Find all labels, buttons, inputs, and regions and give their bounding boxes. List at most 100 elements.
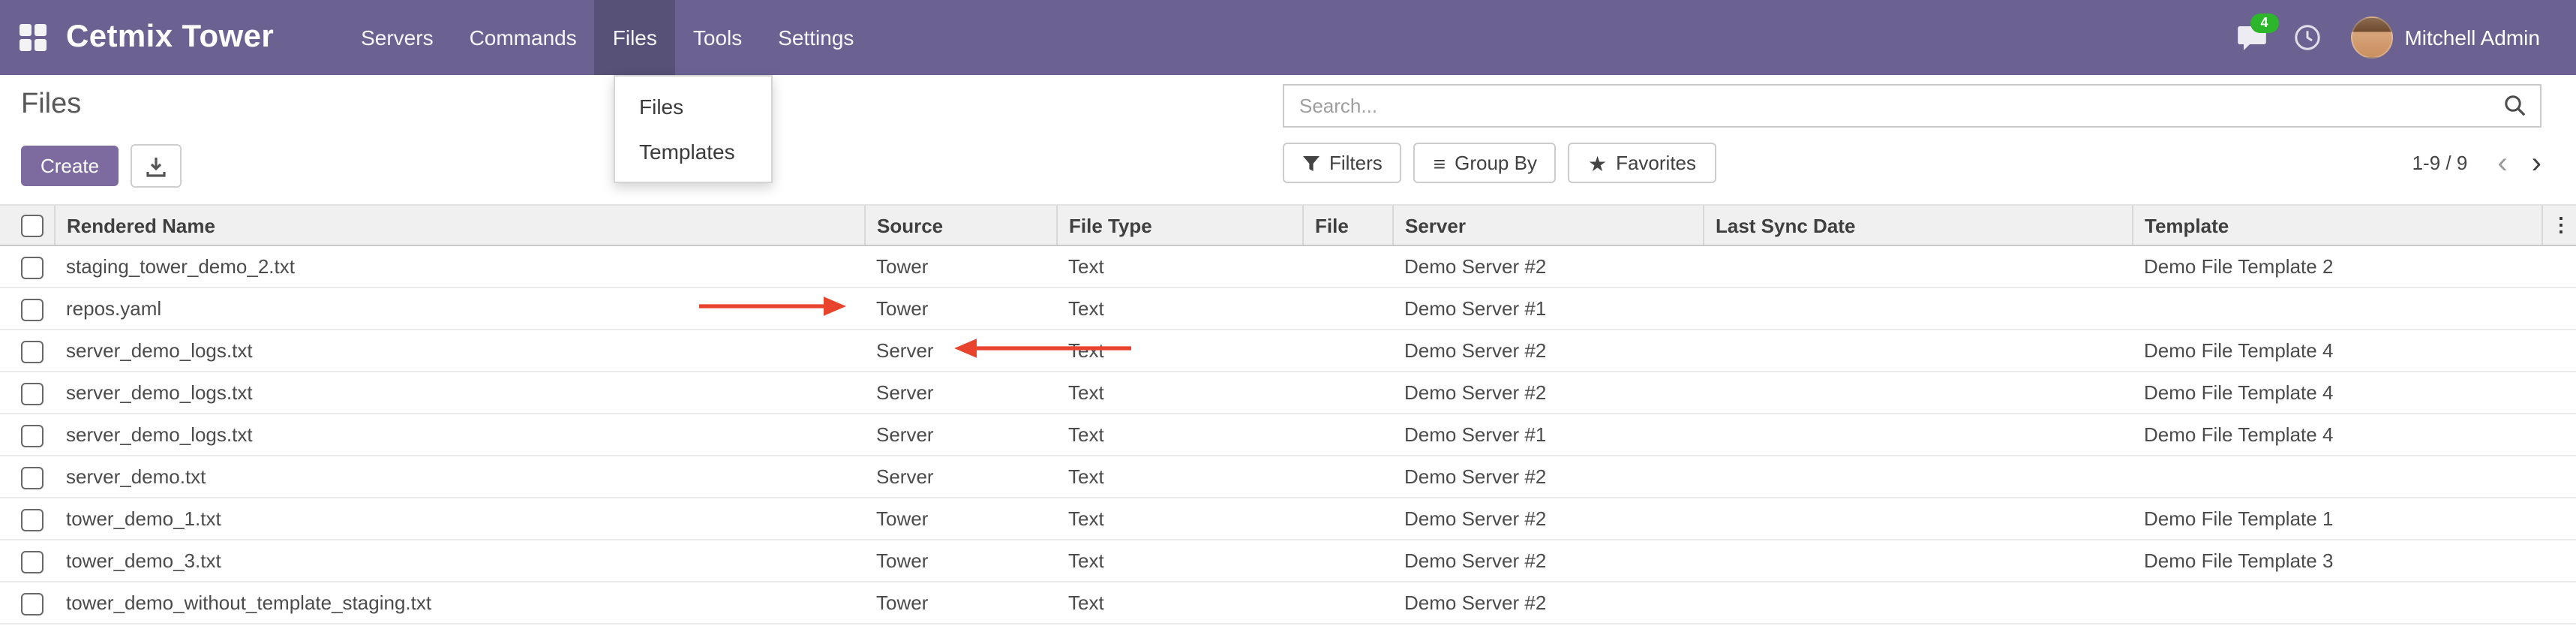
cell-template[interactable]: Demo File Template 1 bbox=[2132, 498, 2541, 540]
cell-template[interactable]: Demo File Template 4 bbox=[2132, 414, 2541, 456]
cell-file-type[interactable]: Text bbox=[1056, 287, 1302, 330]
cell-file-type[interactable]: Text bbox=[1056, 414, 1302, 456]
cell-server[interactable]: Demo Server #2 bbox=[1392, 245, 1703, 287]
avatar[interactable] bbox=[2350, 17, 2392, 59]
cell-rendered-name[interactable]: repos.yaml bbox=[54, 287, 864, 330]
dropdown-item-files[interactable]: Files bbox=[615, 84, 771, 129]
cell-file[interactable] bbox=[1302, 287, 1392, 330]
cell-source[interactable]: Server bbox=[864, 414, 1056, 456]
cell-file[interactable] bbox=[1302, 540, 1392, 582]
table-row[interactable]: server_demo_logs.txt Server Text Demo Se… bbox=[0, 414, 2576, 456]
column-header-rendered-name[interactable]: Rendered Name bbox=[54, 205, 864, 245]
cell-last-sync-date[interactable] bbox=[1703, 245, 2132, 287]
cell-rendered-name[interactable]: server_demo_logs.txt bbox=[54, 330, 864, 372]
cell-last-sync-date[interactable] bbox=[1703, 414, 2132, 456]
table-row[interactable]: tower_demo_without_template_staging.txt … bbox=[0, 582, 2576, 624]
cell-last-sync-date[interactable] bbox=[1703, 582, 2132, 624]
cell-source[interactable]: Tower bbox=[864, 582, 1056, 624]
table-row[interactable]: repos.yaml Tower Text Demo Server #1 bbox=[0, 287, 2576, 330]
cell-rendered-name[interactable]: staging_tower_demo_2.txt bbox=[54, 245, 864, 287]
menu-item-commands[interactable]: Commands bbox=[452, 0, 595, 75]
cell-last-sync-date[interactable] bbox=[1703, 330, 2132, 372]
activity-button[interactable] bbox=[2293, 24, 2320, 51]
row-checkbox[interactable] bbox=[21, 508, 44, 531]
favorites-button[interactable]: ★ Favorites bbox=[1569, 143, 1716, 183]
menu-item-files[interactable]: Files bbox=[595, 0, 675, 75]
cell-source[interactable]: Tower bbox=[864, 540, 1056, 582]
cell-last-sync-date[interactable] bbox=[1703, 540, 2132, 582]
cell-file-type[interactable]: Text bbox=[1056, 456, 1302, 498]
cell-source[interactable]: Tower bbox=[864, 245, 1056, 287]
cell-file[interactable] bbox=[1302, 582, 1392, 624]
column-header-server[interactable]: Server bbox=[1392, 205, 1703, 245]
table-row[interactable]: staging_tower_demo_2.txt Tower Text Demo… bbox=[0, 245, 2576, 287]
cell-server[interactable]: Demo Server #1 bbox=[1392, 287, 1703, 330]
row-checkbox[interactable] bbox=[21, 256, 44, 278]
cell-server[interactable]: Demo Server #2 bbox=[1392, 372, 1703, 414]
cell-template[interactable] bbox=[2132, 287, 2541, 330]
cell-file-type[interactable]: Text bbox=[1056, 582, 1302, 624]
cell-file[interactable] bbox=[1302, 330, 1392, 372]
cell-last-sync-date[interactable] bbox=[1703, 456, 2132, 498]
apps-grid-icon[interactable] bbox=[20, 24, 47, 51]
cell-server[interactable]: Demo Server #2 bbox=[1392, 330, 1703, 372]
cell-template[interactable] bbox=[2132, 582, 2541, 624]
row-checkbox[interactable] bbox=[21, 466, 44, 489]
cell-source[interactable]: Tower bbox=[864, 498, 1056, 540]
cell-server[interactable]: Demo Server #2 bbox=[1392, 498, 1703, 540]
cell-rendered-name[interactable]: server_demo_logs.txt bbox=[54, 414, 864, 456]
cell-rendered-name[interactable]: tower_demo_1.txt bbox=[54, 498, 864, 540]
column-options-icon[interactable]: ⋮ bbox=[2541, 205, 2576, 245]
search-icon[interactable] bbox=[2504, 95, 2526, 117]
cell-last-sync-date[interactable] bbox=[1703, 372, 2132, 414]
cell-server[interactable]: Demo Server #2 bbox=[1392, 456, 1703, 498]
filters-button[interactable]: Filters bbox=[1283, 143, 1402, 183]
cell-server[interactable]: Demo Server #2 bbox=[1392, 582, 1703, 624]
cell-last-sync-date[interactable] bbox=[1703, 287, 2132, 330]
user-name[interactable]: Mitchell Admin bbox=[2404, 26, 2540, 50]
cell-rendered-name[interactable]: tower_demo_3.txt bbox=[54, 540, 864, 582]
cell-file-type[interactable]: Text bbox=[1056, 245, 1302, 287]
cell-file[interactable] bbox=[1302, 498, 1392, 540]
group-by-button[interactable]: ≡ Group By bbox=[1414, 143, 1557, 183]
cell-source[interactable]: Server bbox=[864, 456, 1056, 498]
export-button[interactable] bbox=[131, 144, 182, 188]
search-input[interactable] bbox=[1284, 95, 2504, 117]
pager-next-button[interactable]: › bbox=[2532, 148, 2541, 178]
cell-rendered-name[interactable]: server_demo.txt bbox=[54, 456, 864, 498]
cell-file[interactable] bbox=[1302, 414, 1392, 456]
column-header-source[interactable]: Source bbox=[864, 205, 1056, 245]
cell-file-type[interactable]: Text bbox=[1056, 372, 1302, 414]
menu-item-settings[interactable]: Settings bbox=[760, 0, 872, 75]
row-checkbox[interactable] bbox=[21, 382, 44, 405]
menu-item-servers[interactable]: Servers bbox=[343, 0, 451, 75]
messages-button[interactable]: 4 bbox=[2236, 25, 2266, 50]
cell-server[interactable]: Demo Server #2 bbox=[1392, 540, 1703, 582]
cell-rendered-name[interactable]: tower_demo_without_template_staging.txt bbox=[54, 582, 864, 624]
app-brand[interactable]: Cetmix Tower bbox=[66, 20, 274, 56]
row-checkbox[interactable] bbox=[21, 592, 44, 615]
cell-template[interactable]: Demo File Template 4 bbox=[2132, 330, 2541, 372]
row-checkbox[interactable] bbox=[21, 340, 44, 363]
cell-source[interactable]: Server bbox=[864, 372, 1056, 414]
table-row[interactable]: tower_demo_3.txt Tower Text Demo Server … bbox=[0, 540, 2576, 582]
menu-item-tools[interactable]: Tools bbox=[675, 0, 760, 75]
cell-source[interactable]: Tower bbox=[864, 287, 1056, 330]
select-all-checkbox[interactable] bbox=[21, 215, 44, 237]
row-checkbox[interactable] bbox=[21, 424, 44, 447]
cell-file-type[interactable]: Text bbox=[1056, 498, 1302, 540]
cell-file[interactable] bbox=[1302, 372, 1392, 414]
column-header-file-type[interactable]: File Type bbox=[1056, 205, 1302, 245]
dropdown-item-templates[interactable]: Templates bbox=[615, 129, 771, 174]
cell-rendered-name[interactable]: server_demo_logs.txt bbox=[54, 372, 864, 414]
table-row[interactable]: server_demo_logs.txt Server Text Demo Se… bbox=[0, 372, 2576, 414]
table-row[interactable]: server_demo.txt Server Text Demo Server … bbox=[0, 456, 2576, 498]
row-checkbox[interactable] bbox=[21, 550, 44, 573]
table-row[interactable]: server_demo_logs.txt Server Text Demo Se… bbox=[0, 330, 2576, 372]
cell-template[interactable] bbox=[2132, 456, 2541, 498]
cell-last-sync-date[interactable] bbox=[1703, 498, 2132, 540]
cell-template[interactable]: Demo File Template 3 bbox=[2132, 540, 2541, 582]
cell-file-type[interactable]: Text bbox=[1056, 330, 1302, 372]
row-checkbox[interactable] bbox=[21, 298, 44, 321]
column-header-template[interactable]: Template bbox=[2132, 205, 2541, 245]
